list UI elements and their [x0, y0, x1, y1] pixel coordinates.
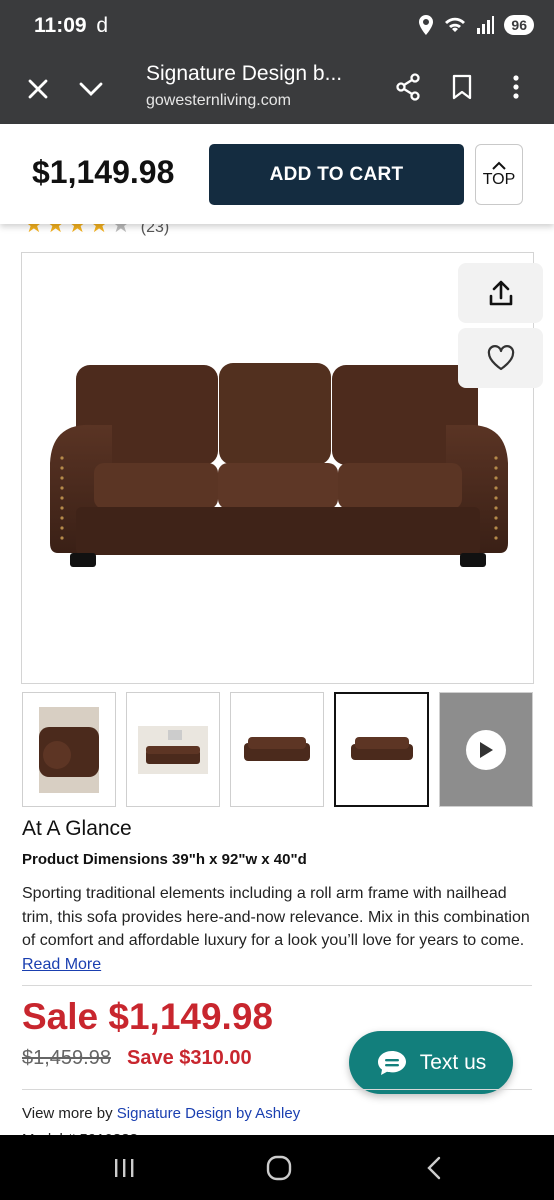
add-to-cart-button[interactable]: ADD TO CART — [209, 144, 464, 205]
upload-share-icon — [489, 280, 512, 306]
thumbnail-image — [138, 725, 208, 774]
main-product-image[interactable] — [21, 252, 543, 684]
location-icon — [419, 15, 434, 35]
read-more-link[interactable]: Read More — [22, 956, 101, 973]
sticky-price-bar: $1,149.98 ADD TO CART TOP — [0, 124, 554, 224]
thumbnail-video[interactable] — [439, 692, 533, 807]
play-icon — [466, 729, 506, 770]
battery-indicator: 96 — [504, 15, 534, 35]
status-time: 11:09 d — [34, 14, 109, 37]
sofa-image — [50, 363, 508, 567]
sticky-price: $1,149.98 — [32, 154, 175, 190]
thumbnail-image — [244, 736, 310, 761]
home-icon[interactable] — [266, 1155, 292, 1181]
divider — [22, 985, 532, 986]
product-description: Sporting traditional elements including … — [22, 882, 534, 976]
page-url[interactable]: gowesternliving.com — [146, 92, 291, 110]
description-text: Sporting traditional elements including … — [22, 885, 530, 949]
text-us-button[interactable]: Text us — [349, 1031, 513, 1094]
at-a-glance-heading: At A Glance — [22, 817, 132, 840]
signal-icon — [477, 16, 495, 34]
chevron-up-icon — [492, 161, 506, 170]
thumbnail-4-selected[interactable] — [334, 692, 429, 807]
bookmark-icon[interactable] — [444, 69, 480, 105]
wishlist-button[interactable] — [458, 328, 543, 388]
more-options-icon[interactable] — [498, 69, 534, 105]
divider — [22, 1089, 532, 1090]
page-title: Signature Design b... — [146, 62, 343, 85]
wifi-icon — [445, 17, 466, 32]
chat-bubble-icon — [377, 1050, 406, 1075]
thumbnail-2[interactable] — [126, 692, 220, 807]
brand-link[interactable]: Signature Design by Ashley — [117, 1105, 300, 1122]
share-icon[interactable] — [390, 69, 426, 105]
browser-toolbar: Signature Design b... gowesternliving.co… — [0, 54, 554, 124]
thumbnail-1[interactable] — [22, 692, 116, 807]
top-label: TOP — [482, 170, 516, 188]
product-dimensions: Product Dimensions 39"h x 92"w x 40"d — [22, 851, 307, 868]
text-us-label: Text us — [419, 1050, 487, 1074]
thumbnail-image — [39, 706, 99, 793]
share-image-button[interactable] — [458, 263, 543, 323]
system-navigation-bar — [0, 1135, 554, 1200]
view-more-by: View more by Signature Design by Ashley — [22, 1105, 300, 1122]
close-icon[interactable] — [20, 71, 56, 107]
savings-amount: Save $310.00 — [127, 1047, 252, 1069]
thumbnail-3[interactable] — [230, 692, 324, 807]
heart-icon — [487, 345, 514, 371]
back-to-top-button[interactable]: TOP — [475, 144, 523, 205]
status-bar: 11:09 d 96 — [0, 0, 554, 54]
original-price: $1,459.98 — [22, 1047, 111, 1069]
chevron-down-icon[interactable] — [73, 71, 109, 107]
back-icon[interactable] — [424, 1156, 444, 1180]
view-more-label: View more by — [22, 1105, 113, 1122]
recent-apps-icon[interactable] — [113, 1157, 135, 1179]
status-icons: 96 — [418, 15, 534, 35]
thumbnail-image — [350, 736, 413, 760]
sale-price: Sale $1,149.98 — [22, 996, 273, 1037]
